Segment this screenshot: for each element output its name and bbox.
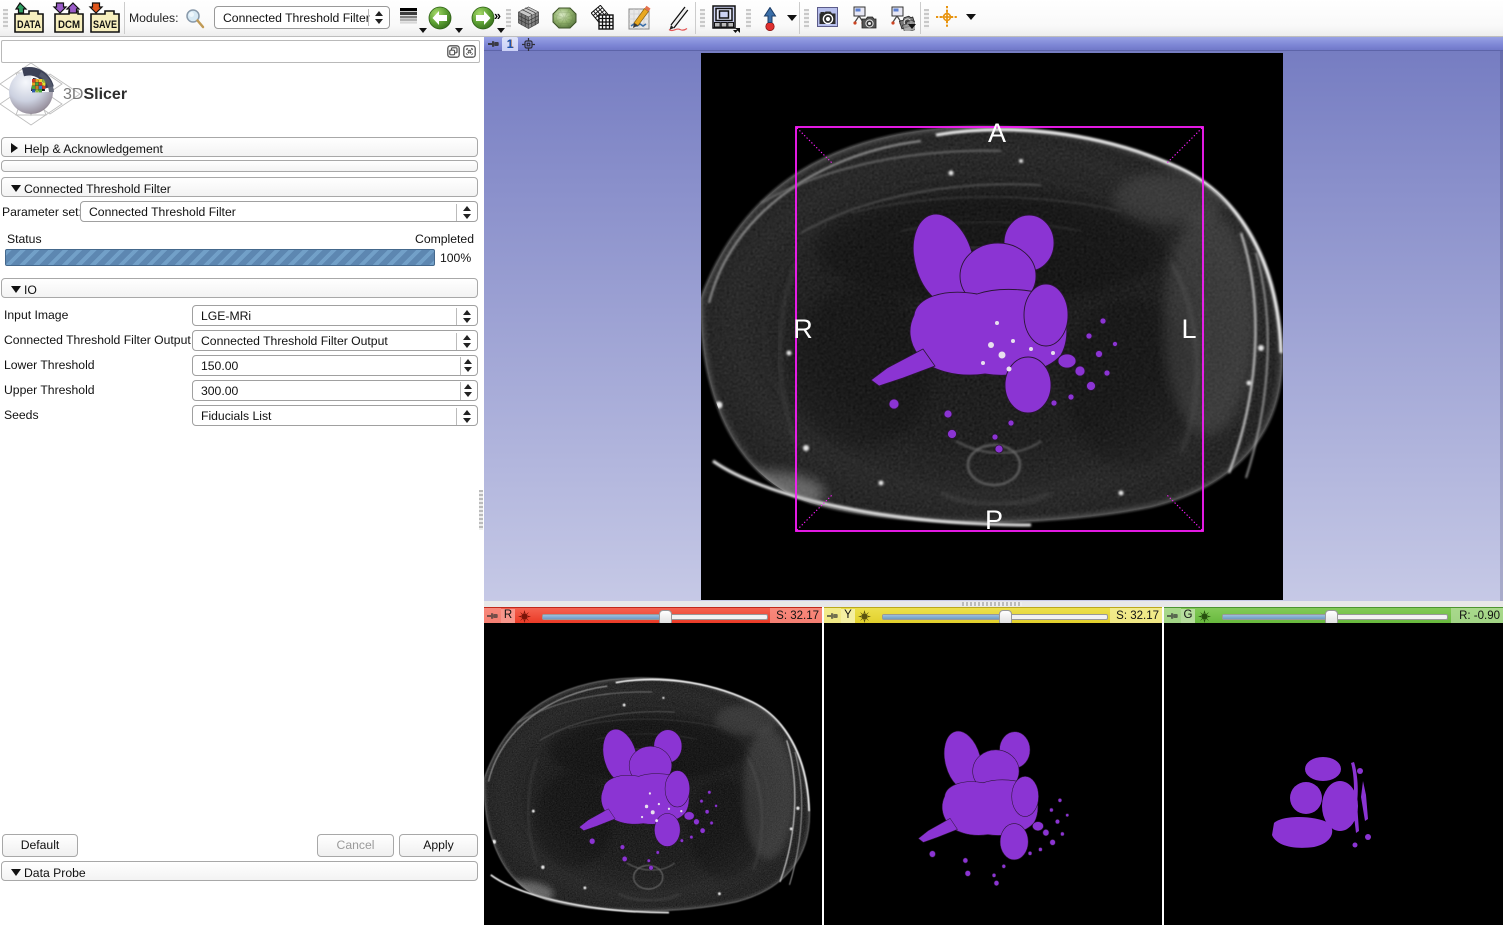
svg-text:DCM: DCM xyxy=(58,19,80,31)
svg-text:L: L xyxy=(1181,314,1196,344)
svg-text:R: R xyxy=(793,314,813,344)
svg-text:DATA: DATA xyxy=(17,19,41,31)
svg-text:P: P xyxy=(985,505,1003,535)
svg-text:A: A xyxy=(988,118,1006,148)
svg-text:3DSlicer: 3DSlicer xyxy=(63,86,127,103)
svg-text:SAVE: SAVE xyxy=(93,19,117,31)
